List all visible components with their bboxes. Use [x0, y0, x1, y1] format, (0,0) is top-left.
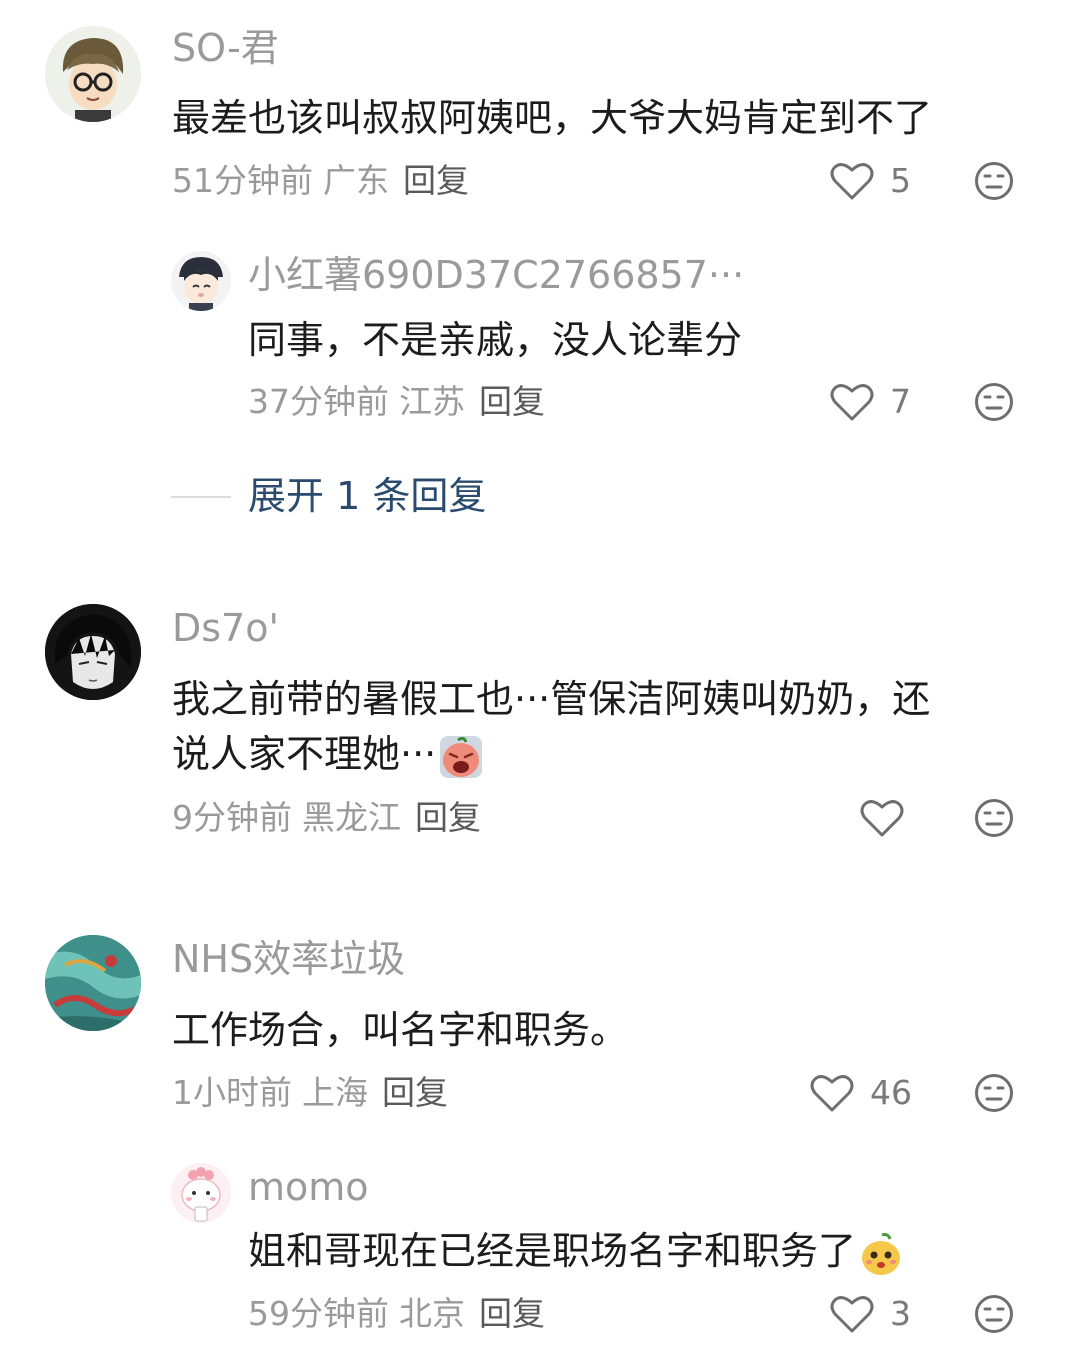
dislike-face-icon[interactable] [974, 798, 1014, 838]
dislike-face-icon[interactable] [974, 161, 1014, 201]
comment-location: 黑龙江 [302, 798, 401, 837]
reply-username[interactable]: 小红薯690D37C2766857··· [248, 251, 744, 299]
reply-button[interactable]: 回复 [479, 382, 545, 421]
reply-time: 59分钟前 [248, 1294, 389, 1333]
reply-meta: 59分钟前 北京 回复 [248, 1293, 555, 1335]
comment-username[interactable]: SO-君 [172, 24, 279, 72]
comment-time: 1小时前 [172, 1073, 292, 1112]
avatar[interactable] [171, 251, 231, 311]
comment-text: 工作场合，叫名字和职务。 [172, 1008, 629, 1052]
reply-time: 37分钟前 [248, 382, 389, 421]
comment-text-line2: 说人家不理她··· [172, 732, 437, 776]
expand-divider [171, 496, 231, 498]
crying-face-emoji-icon [438, 734, 484, 780]
comment-text-line1: 我之前带的暑假工也···管保洁阿姨叫奶奶，还 [172, 677, 931, 721]
reply-button[interactable]: 回复 [403, 161, 469, 200]
comment-meta: 51分钟前 广东 回复 [172, 160, 479, 202]
avatar[interactable] [45, 935, 141, 1031]
reply-button[interactable]: 回复 [382, 1073, 448, 1112]
reply-text: 姐和哥现在已经是职场名字和职务了 [248, 1229, 857, 1273]
avatar[interactable] [171, 1163, 231, 1223]
reply-username[interactable]: momo [248, 1163, 369, 1211]
like-count: 5 [890, 161, 911, 200]
comment-time: 51分钟前 [172, 161, 313, 200]
like-heart-icon[interactable] [860, 798, 904, 838]
comment-text-line2-wrap: 说人家不理她··· [172, 726, 484, 782]
like-heart-icon[interactable] [830, 1294, 874, 1334]
reply-text-wrap: 姐和哥现在已经是职场名字和职务了 [248, 1223, 904, 1279]
reply-button[interactable]: 回复 [479, 1294, 545, 1333]
avatar[interactable] [45, 604, 141, 700]
reply-location: 北京 [399, 1294, 465, 1333]
like-count: 7 [890, 382, 911, 421]
dislike-face-icon[interactable] [974, 1073, 1014, 1113]
like-heart-icon[interactable] [830, 382, 874, 422]
avatar[interactable] [45, 26, 141, 122]
yellow-pear-emoji-icon [858, 1231, 904, 1277]
reply-meta: 37分钟前 江苏 回复 [248, 381, 555, 423]
reply-location: 江苏 [399, 382, 465, 421]
comment-username[interactable]: Ds7o' [172, 604, 279, 652]
comment-text: 最差也该叫叔叔阿姨吧，大爷大妈肯定到不了 [172, 96, 933, 140]
reply-button[interactable]: 回复 [415, 798, 481, 837]
dislike-face-icon[interactable] [974, 1294, 1014, 1334]
comment-location: 上海 [302, 1073, 368, 1112]
like-heart-icon[interactable] [810, 1073, 854, 1113]
reply-text: 同事，不是亲戚，没人论辈分 [248, 318, 743, 362]
like-heart-icon[interactable] [830, 161, 874, 201]
expand-replies-button[interactable]: 展开 1 条回复 [248, 472, 486, 520]
comment-username[interactable]: NHS效率垃圾 [172, 935, 405, 983]
comment-meta: 9分钟前 黑龙江 回复 [172, 797, 491, 839]
comment-time: 9分钟前 [172, 798, 292, 837]
dislike-face-icon[interactable] [974, 382, 1014, 422]
like-count: 46 [870, 1073, 912, 1112]
comment-location: 广东 [323, 161, 389, 200]
comment-meta: 1小时前 上海 回复 [172, 1072, 458, 1114]
like-count: 3 [890, 1294, 911, 1333]
